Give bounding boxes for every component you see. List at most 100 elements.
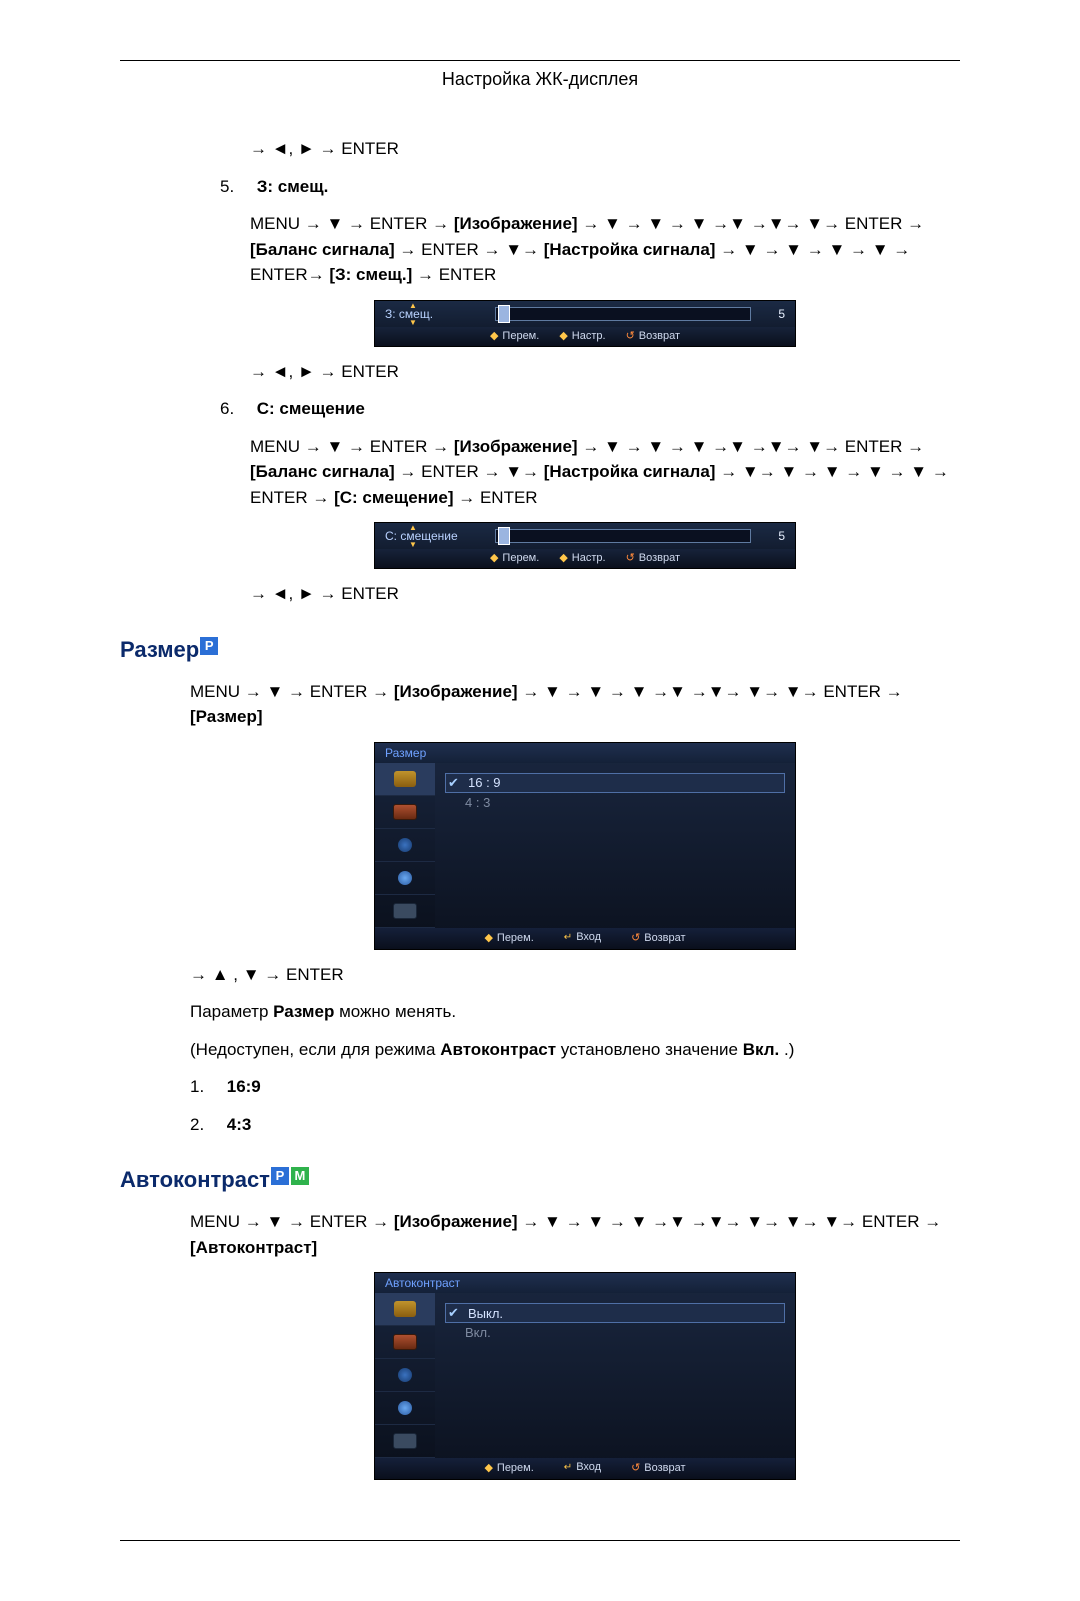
osd-side-media-icon bbox=[375, 895, 435, 928]
osd-menu-title: Автоконтраст bbox=[375, 1273, 795, 1293]
osd-option-2: 4 : 3 bbox=[445, 795, 785, 810]
page-header-title: Настройка ЖК-дисплея bbox=[120, 69, 960, 90]
document-page: Настройка ЖК-дисплея → ◄, ► → ENTER 5. З… bbox=[0, 0, 1080, 1601]
auto-path-image: [Изображение] bbox=[394, 1212, 518, 1231]
size-postnav: → ▲ , ▼ → ENTER bbox=[190, 962, 950, 988]
osd-foot-enter-label: Вход bbox=[576, 1461, 601, 1473]
move-icon: ◆ bbox=[484, 932, 492, 944]
step5-path-end: → ENTER bbox=[417, 265, 496, 284]
osd-foot-enter-label: Вход bbox=[576, 931, 601, 943]
step6-path-balance: [Баланс сигнала] bbox=[250, 462, 395, 481]
osd-option-2-label: Вкл. bbox=[465, 1325, 491, 1340]
size-para1: Параметр Размер можно менять. bbox=[190, 999, 950, 1025]
osd-foot-adjust-label: Настр. bbox=[572, 330, 606, 342]
osd-up-arrow-icon: ▲ bbox=[409, 301, 417, 310]
step5-heading: 5. З: смещ. bbox=[220, 174, 950, 200]
osd-foot-move-label: Перем. bbox=[497, 932, 534, 944]
monitor-icon bbox=[393, 1334, 417, 1350]
osd-side-media-icon bbox=[375, 1425, 435, 1458]
osd-slider-label: ▲ С: смещение ▼ bbox=[385, 529, 495, 543]
osd-down-arrow-icon: ▼ bbox=[409, 318, 417, 327]
auto-heading-text: Автоконтраст bbox=[120, 1167, 270, 1192]
size-list-1: 1. 16:9 bbox=[190, 1074, 950, 1100]
osd-option-2: Вкл. bbox=[445, 1325, 785, 1340]
check-icon: ✔ bbox=[448, 1305, 464, 1321]
size-para1-prefix: Параметр bbox=[190, 1002, 273, 1021]
osd-menu-footer: ◆ Перем. ↵ Вход ↺Возврат bbox=[375, 1458, 795, 1479]
osd-option-1-label: Выкл. bbox=[468, 1306, 503, 1321]
osd-foot-back: ↺Возврат bbox=[631, 1461, 685, 1474]
osd-down-arrow-icon: ▼ bbox=[409, 540, 417, 549]
osd-slider-value: 5 bbox=[761, 529, 785, 543]
badge-p-icon: P bbox=[271, 1167, 289, 1185]
size-path-target: [Размер] bbox=[190, 707, 263, 726]
osd-option-2-label: 4 : 3 bbox=[465, 795, 490, 810]
step5-osd-slider: ▲ З: смещ. ▼ 5 ◆Перем. ◆Настр. ↺Возврат bbox=[374, 300, 796, 347]
size-heading-text: Размер bbox=[120, 637, 199, 662]
step5-path-image: [Изображение] bbox=[454, 214, 578, 233]
osd-foot-back-label: Возврат bbox=[644, 932, 685, 944]
size-para2-b1: Автоконтраст bbox=[440, 1040, 556, 1059]
osd-foot-adjust: ◆ Настр. bbox=[559, 329, 605, 342]
osd-foot-move: ◆ Перем. bbox=[484, 1461, 533, 1474]
size-para1-bold: Размер bbox=[273, 1002, 334, 1021]
size-list-1-num: 1. bbox=[190, 1074, 222, 1100]
step5-path: MENU → ▼ → ENTER → [Изображение] → ▼ → ▼… bbox=[250, 211, 950, 288]
osd-slider-footer: ◆Перем. ◆Настр. ↺Возврат bbox=[375, 549, 795, 568]
osd-sidebar bbox=[375, 1293, 435, 1458]
osd-foot-back: ↺Возврат bbox=[626, 329, 680, 342]
size-section-heading: РазмерP bbox=[120, 637, 950, 663]
osd-side-circ1-icon bbox=[375, 1359, 435, 1392]
osd-foot-back: ↺Возврат bbox=[626, 551, 680, 564]
move-icon: ◆ bbox=[484, 1462, 492, 1474]
adjust-icon: ◆ bbox=[559, 330, 567, 342]
auto-section-heading: АвтоконтрастPM bbox=[120, 1167, 950, 1193]
size-para1-suffix: можно менять. bbox=[339, 1002, 456, 1021]
osd-foot-back: ↺ Возврат bbox=[631, 931, 685, 944]
circle-alt-icon bbox=[398, 871, 412, 885]
step6-path-target: [С: смещение] bbox=[334, 488, 453, 507]
footer-rule bbox=[120, 1540, 960, 1541]
step6-heading: 6. С: смещение bbox=[220, 396, 950, 422]
size-path: MENU → ▼ → ENTER → [Изображение] → ▼ → ▼… bbox=[190, 679, 950, 730]
osd-foot-move-label: Перем. bbox=[497, 1462, 534, 1474]
move-icon: ◆ bbox=[490, 552, 498, 564]
monitor-icon bbox=[393, 804, 417, 820]
adjust-icon: ◆ bbox=[559, 552, 567, 564]
badge-m-icon: M bbox=[291, 1167, 309, 1185]
step6-path-end: → ENTER bbox=[458, 488, 537, 507]
size-list-1-val: 16:9 bbox=[227, 1077, 261, 1096]
media-icon bbox=[393, 903, 417, 919]
step5-path-mid2: → ENTER → ▼→ bbox=[399, 240, 543, 259]
step5-path-prefix: MENU → ▼ → ENTER → bbox=[250, 214, 454, 233]
size-para2: (Недоступен, если для режима Автоконтрас… bbox=[190, 1037, 950, 1063]
step5-path-tuning: [Настройка сигнала] bbox=[544, 240, 716, 259]
back-icon: ↺ bbox=[631, 932, 640, 944]
osd-foot-back-label: Возврат bbox=[639, 330, 680, 342]
osd-slider-track bbox=[495, 529, 751, 543]
enter-icon: ↵ bbox=[564, 1462, 572, 1473]
auto-path-mid: → ▼ → ▼ → ▼ →▼ →▼→ ▼→ ▼→ ▼→ ENTER → bbox=[522, 1212, 941, 1231]
osd-slider-track bbox=[495, 307, 751, 321]
size-list-2-val: 4:3 bbox=[227, 1115, 252, 1134]
osd-slider-label-text: С: смещение bbox=[385, 529, 458, 543]
size-list-2-num: 2. bbox=[190, 1112, 222, 1138]
step5-path-target: [З: смещ.] bbox=[329, 265, 412, 284]
osd-menu-body: ✔16 : 9 4 : 3 bbox=[375, 763, 795, 928]
image-icon bbox=[394, 1301, 416, 1317]
step6-path-mid1: → ▼ → ▼ → ▼ →▼ →▼→ ▼→ ENTER → bbox=[582, 437, 924, 456]
osd-option-1-label: 16 : 9 bbox=[468, 775, 501, 790]
step6-path: MENU → ▼ → ENTER → [Изображение] → ▼ → ▼… bbox=[250, 434, 950, 511]
size-para2-mid: установлено значение bbox=[561, 1040, 743, 1059]
osd-foot-back-label: Возврат bbox=[644, 1462, 685, 1474]
osd-foot-move: ◆ Перем. bbox=[484, 931, 533, 944]
osd-foot-enter: ↵ Вход bbox=[564, 1461, 601, 1474]
osd-slider-thumb bbox=[498, 527, 510, 545]
size-para2-suffix: .) bbox=[784, 1040, 794, 1059]
badge-p-icon: P bbox=[200, 637, 218, 655]
osd-menu-body: ✔ Выкл. Вкл. bbox=[375, 1293, 795, 1458]
auto-path-prefix: MENU → ▼ → ENTER → bbox=[190, 1212, 394, 1231]
osd-side-image-icon bbox=[375, 763, 435, 796]
osd-side-monitor-icon bbox=[375, 1326, 435, 1359]
osd-slider-row: ▲ З: смещ. ▼ 5 bbox=[375, 301, 795, 327]
